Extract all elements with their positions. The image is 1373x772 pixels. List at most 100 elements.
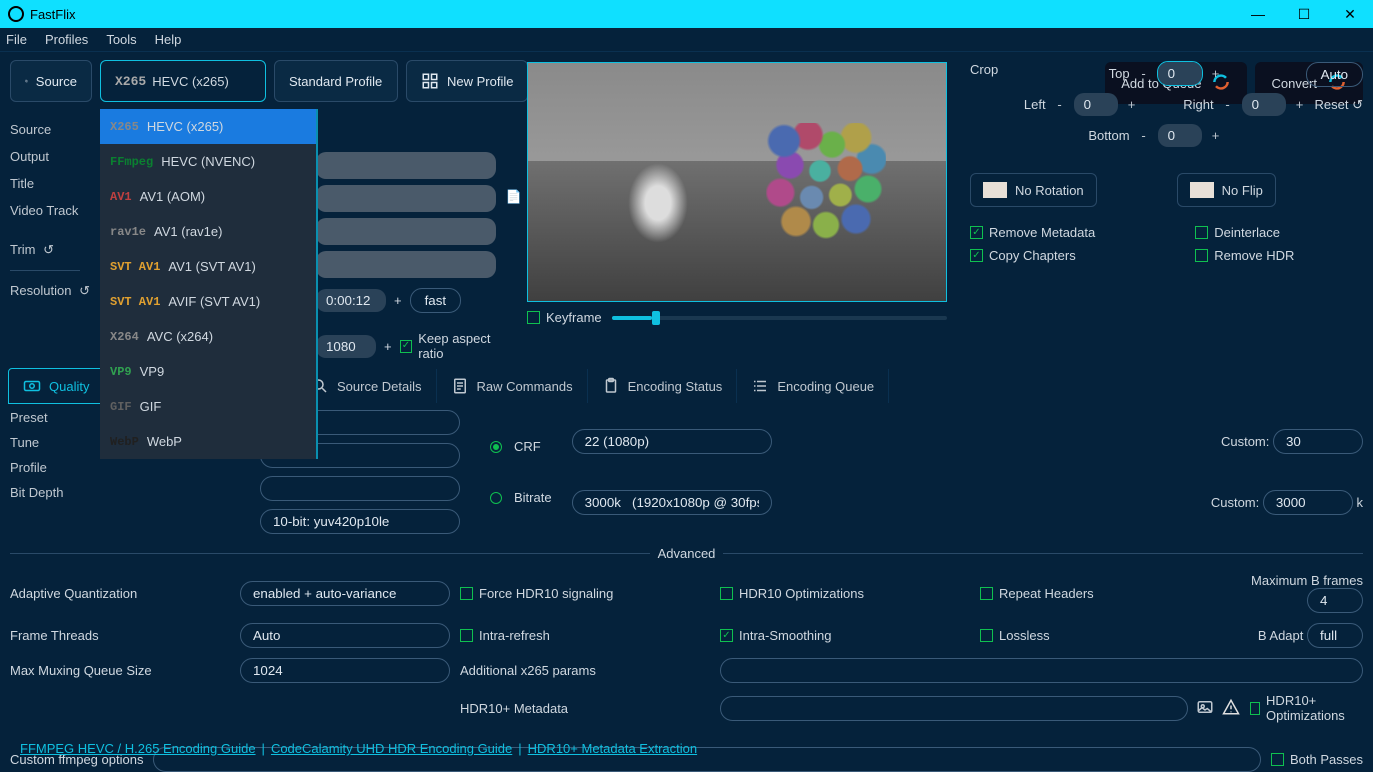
profile-select[interactable] — [260, 476, 460, 501]
codec-option-gif[interactable]: GIFGIF — [100, 389, 316, 424]
tab-raw-commands[interactable]: Raw Commands — [437, 369, 588, 403]
resolution-input[interactable] — [316, 335, 376, 358]
copy-chapters-checkbox[interactable]: ✓ — [970, 249, 983, 262]
link-ffmpeg-guide[interactable]: FFMPEG HEVC / H.265 Encoding Guide — [20, 741, 256, 756]
codec-option-webp[interactable]: WebPWebP — [100, 424, 316, 459]
crop-bottom-plus[interactable]: + — [1210, 128, 1222, 143]
bitrate-radio[interactable] — [490, 492, 502, 504]
rotation-select[interactable]: No Rotation — [970, 173, 1097, 207]
codec-option-vp9[interactable]: VP9VP9 — [100, 354, 316, 389]
crop-title: Crop — [970, 62, 1000, 77]
remove-hdr-checkbox[interactable] — [1195, 249, 1208, 262]
menu-help[interactable]: Help — [155, 32, 182, 47]
intra-smoothing-checkbox[interactable]: ✓ — [720, 629, 733, 642]
crop-left-minus[interactable]: - — [1054, 97, 1066, 112]
left-field-labels: Source Output Title Video Track Trim ↺ R… — [10, 122, 90, 299]
crop-right-minus[interactable]: - — [1222, 97, 1234, 112]
minimize-button[interactable]: — — [1235, 0, 1281, 28]
crop-left-plus[interactable]: + — [1126, 97, 1138, 112]
video-preview[interactable] — [527, 62, 947, 302]
menu-file[interactable]: File — [6, 32, 27, 47]
both-passes-checkbox[interactable] — [1271, 753, 1284, 766]
reset-trim-icon[interactable]: ↺ — [43, 242, 54, 257]
force-hdr10-checkbox[interactable] — [460, 587, 473, 600]
crop-reset-button[interactable]: Reset ↺ — [1315, 97, 1363, 113]
b-adapt-input[interactable] — [1307, 623, 1363, 648]
additional-params-input[interactable] — [720, 658, 1363, 683]
remove-metadata-checkbox[interactable]: ✓ — [970, 226, 983, 239]
intra-refresh-checkbox[interactable] — [460, 629, 473, 642]
hdr10plus-opt-checkbox[interactable] — [1250, 702, 1260, 715]
codec-dropdown[interactable]: X265HEVC (x265)FFmpegHEVC (NVENC)AV1AV1 … — [100, 109, 318, 459]
output-path-input[interactable] — [316, 185, 496, 212]
crop-top-minus[interactable]: - — [1138, 66, 1150, 81]
custom-bitrate-input[interactable] — [1263, 490, 1353, 515]
codec-option-label: AV1 (SVT AV1) — [168, 259, 255, 274]
crop-right-plus[interactable]: + — [1294, 97, 1306, 112]
crf-radio[interactable] — [490, 441, 502, 453]
crop-right-input[interactable] — [1242, 93, 1286, 116]
codec-option-hevc-nvenc-[interactable]: FFmpegHEVC (NVENC) — [100, 144, 316, 179]
link-codecalamity-guide[interactable]: CodeCalamity UHD HDR Encoding Guide — [271, 741, 512, 756]
repeat-headers-checkbox[interactable] — [980, 587, 993, 600]
codec-select[interactable]: X265 HEVC (x265) — [100, 60, 266, 102]
label-trim: Trim — [10, 242, 36, 257]
codec-option-avif-svt-av1-[interactable]: SVT AV1AVIF (SVT AV1) — [100, 284, 316, 319]
source-button[interactable]: Source — [10, 60, 92, 102]
max-b-frames-input[interactable] — [1307, 588, 1363, 613]
label-resolution: Resolution — [10, 283, 71, 298]
keep-aspect-checkbox[interactable]: ✓ — [400, 340, 413, 353]
close-button[interactable]: ✕ — [1327, 0, 1373, 28]
tab-encoding-queue[interactable]: Encoding Queue — [737, 369, 889, 403]
standard-profile-label: Standard Profile — [289, 74, 382, 89]
tab-quality[interactable]: Quality — [8, 368, 104, 404]
source-path-input[interactable] — [316, 152, 496, 179]
hdr10-metadata-input[interactable] — [720, 696, 1188, 721]
title-input[interactable] — [316, 218, 496, 245]
tab-encoding-status[interactable]: Encoding Status — [588, 369, 738, 403]
lossless-checkbox[interactable] — [980, 629, 993, 642]
frame-threads-select[interactable] — [240, 623, 450, 648]
codec-option-label: AVIF (SVT AV1) — [168, 294, 260, 309]
trim-time-input[interactable] — [316, 289, 386, 312]
menu-profiles[interactable]: Profiles — [45, 32, 88, 47]
maximize-button[interactable]: ☐ — [1281, 0, 1327, 28]
res-plus[interactable]: + — [384, 339, 392, 354]
advanced-header: Advanced — [658, 546, 716, 561]
crop-top-plus[interactable]: + — [1210, 66, 1222, 81]
trim-plus[interactable]: + — [394, 293, 402, 308]
hdr10-browse-icon[interactable] — [1196, 698, 1214, 719]
trim-fast-button[interactable]: fast — [410, 288, 461, 313]
keyframe-label: Keyframe — [546, 310, 602, 325]
bitrate-select[interactable] — [572, 490, 772, 515]
codec-option-av1-svt-av1-[interactable]: SVT AV1AV1 (SVT AV1) — [100, 249, 316, 284]
crop-bottom-minus[interactable]: - — [1138, 128, 1150, 143]
link-hdr10-extraction[interactable]: HDR10+ Metadata Extraction — [528, 741, 697, 756]
crop-auto-button[interactable]: Auto — [1306, 62, 1363, 87]
keyframe-checkbox[interactable] — [527, 311, 540, 324]
menu-tools[interactable]: Tools — [106, 32, 136, 47]
crop-bottom-input[interactable] — [1158, 124, 1202, 147]
crf-select[interactable] — [572, 429, 772, 454]
adaptive-quant-select[interactable] — [240, 581, 450, 606]
codec-option-hevc-x265-[interactable]: X265HEVC (x265) — [100, 109, 316, 144]
codec-option-avc-x264-[interactable]: X264AVC (x264) — [100, 319, 316, 354]
hdr10-opt-checkbox[interactable] — [720, 587, 733, 600]
max-muxing-input[interactable] — [240, 658, 450, 683]
custom-crf-input[interactable] — [1273, 429, 1363, 454]
standard-profile-button[interactable]: Standard Profile — [274, 60, 398, 102]
deinterlace-checkbox[interactable] — [1195, 226, 1208, 239]
crop-left-input[interactable] — [1074, 93, 1118, 116]
crop-top-input[interactable] — [1158, 62, 1202, 85]
codec-option-av1-rav1e-[interactable]: rav1eAV1 (rav1e) — [100, 214, 316, 249]
browse-output-icon[interactable]: 📄 — [506, 189, 522, 205]
codec-option-av1-aom-[interactable]: AV1AV1 (AOM) — [100, 179, 316, 214]
video-track-select[interactable] — [316, 251, 496, 278]
preview-slider[interactable] — [612, 316, 947, 320]
bit-depth-select[interactable] — [260, 509, 460, 534]
menubar: File Profiles Tools Help — [0, 28, 1373, 52]
flip-select[interactable]: No Flip — [1177, 173, 1276, 207]
reset-resolution-icon[interactable]: ↺ — [79, 283, 90, 298]
new-profile-button[interactable]: New Profile — [406, 60, 528, 102]
additional-params-label: Additional x265 params — [460, 663, 710, 678]
